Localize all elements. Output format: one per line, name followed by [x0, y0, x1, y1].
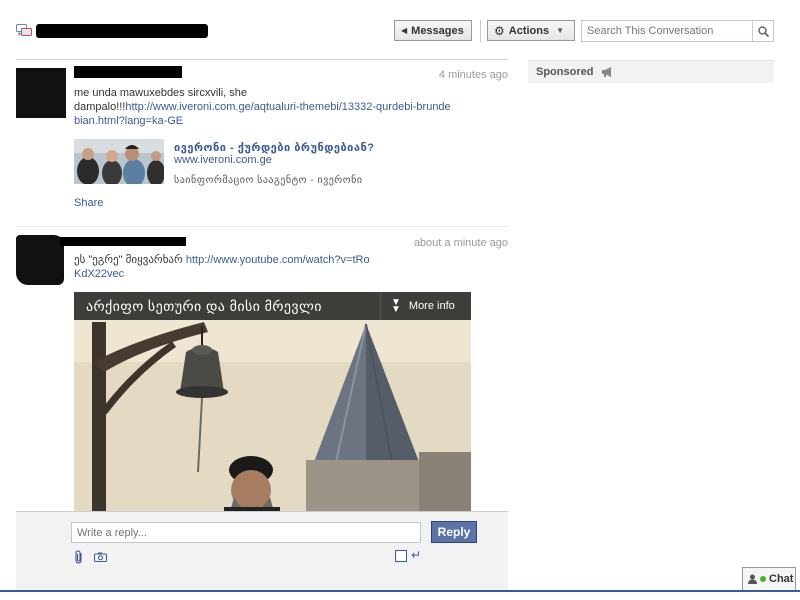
message-link[interactable]: http://www.iveroni.com.ge/aqtualuri-them… [74, 101, 451, 127]
more-info-label: More info [408, 300, 455, 312]
share-link[interactable]: Share [74, 197, 103, 209]
message-divider [16, 226, 508, 227]
conversation-icon [16, 24, 32, 37]
message-timestamp: about a minute ago [413, 237, 508, 249]
message-text: ეს "ეგრე" მიყვარხარ http://www.youtube.c… [74, 253, 374, 281]
reply-button[interactable]: Reply [431, 521, 477, 543]
redacted-sender-name [60, 237, 186, 246]
search-icon [757, 25, 769, 37]
chat-tab[interactable]: Chat [742, 567, 796, 590]
messages-button-label: Messages [411, 24, 464, 37]
reply-composer: Reply ↵ [16, 511, 508, 592]
video-frame [74, 292, 471, 512]
message-text-prefix: dampalo!!! [74, 101, 126, 113]
online-status-icon [760, 576, 766, 582]
more-info-button[interactable]: ▼ ▼ More info [380, 292, 471, 320]
sponsored-label: Sponsored [536, 66, 594, 78]
chat-bar-line [0, 590, 800, 592]
header-separator [480, 20, 481, 42]
search-input[interactable] [582, 21, 754, 41]
chat-label: Chat [769, 573, 794, 585]
actions-button[interactable]: ⚙ Actions ▼ [487, 20, 575, 41]
message-text: me unda mawuxebdes sircxvili, she dampal… [74, 86, 454, 128]
user-icon [748, 574, 757, 584]
paperclip-icon[interactable] [74, 550, 84, 564]
search-button[interactable] [752, 21, 773, 41]
avatar[interactable] [16, 235, 64, 285]
attachment-title[interactable]: ივერონი - ქურდები ბრუნდებიან? [174, 141, 374, 154]
message-text-line: me unda mawuxebdes sircxvili, she [74, 87, 248, 99]
search-box [581, 20, 774, 42]
megaphone-icon[interactable] [601, 67, 613, 77]
enter-key-icon: ↵ [411, 548, 422, 562]
actions-button-label: Actions [508, 24, 550, 37]
avatar[interactable] [16, 68, 66, 118]
redacted-conversation-title [36, 24, 208, 38]
camera-icon[interactable] [94, 552, 107, 562]
gear-icon: ⚙ [494, 23, 505, 38]
press-enter-checkbox[interactable] [395, 550, 407, 562]
reply-input[interactable] [71, 522, 421, 543]
chevron-down-icon: ▼ [556, 26, 565, 35]
sponsored-header: Sponsored [528, 60, 774, 83]
caret-left-icon: ◀ [401, 26, 408, 35]
message-text-prefix: ეს "ეგრე" მიყვარხარ [74, 254, 186, 266]
redacted-sender-name [74, 66, 182, 78]
video-title[interactable]: არქიფო სეთური და მისი მრევლი [86, 298, 322, 315]
messages-button[interactable]: ◀ Messages [394, 20, 472, 41]
video-player[interactable]: არქიფო სეთური და მისი მრევლი ▼ ▼ More inf… [74, 292, 471, 512]
attachment-thumbnail[interactable] [74, 139, 164, 184]
attachment-description: საინფორმაციო სააგენტო - ივერონი [174, 175, 363, 186]
header-divider [16, 59, 508, 60]
double-chevron-down-icon: ▼ ▼ [391, 297, 401, 315]
video-title-bar: არქიფო სეთური და მისი მრევლი ▼ ▼ More inf… [74, 292, 471, 320]
attachment-url[interactable]: www.iveroni.com.ge [174, 154, 272, 166]
message-timestamp: 4 minutes ago [438, 69, 508, 81]
